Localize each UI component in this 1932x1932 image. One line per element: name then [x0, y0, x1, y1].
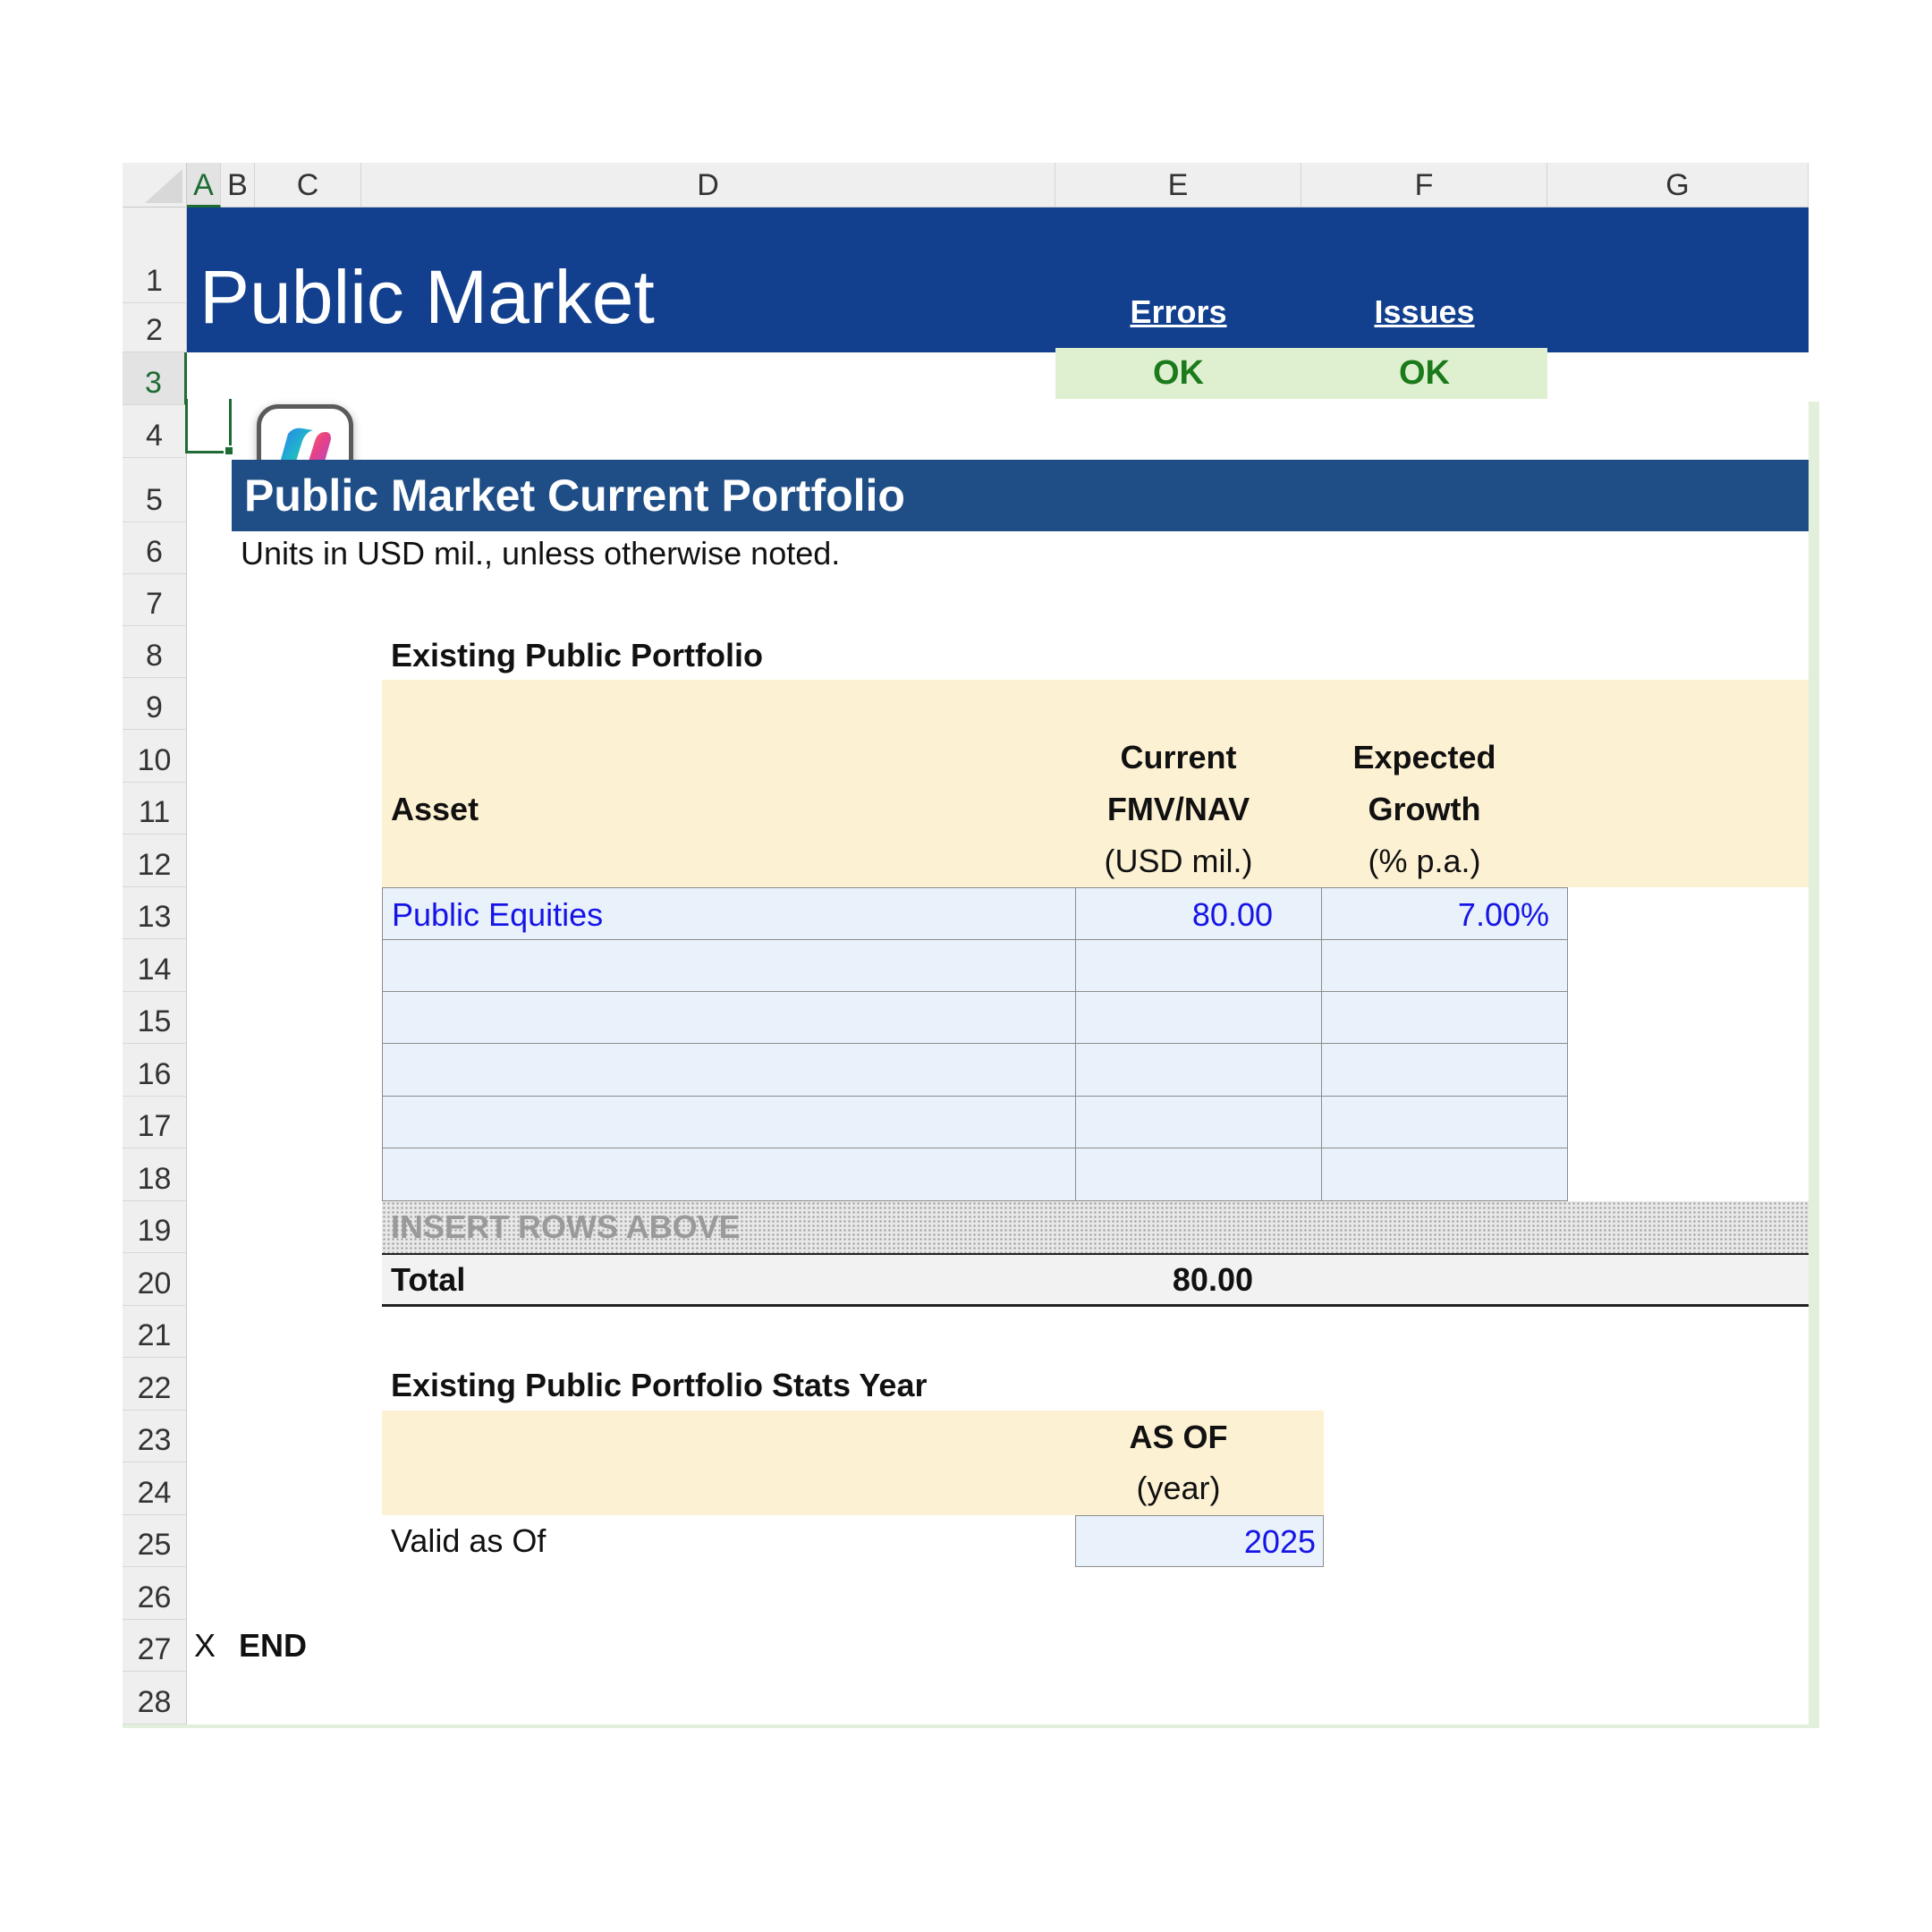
errors-status: OK — [1055, 348, 1301, 399]
column-header-a[interactable]: A — [187, 163, 221, 208]
valid-as-of-year-input[interactable]: 2025 — [1075, 1515, 1324, 1567]
column-header-g[interactable]: G — [1547, 163, 1809, 208]
row-header-12[interactable]: 12 — [123, 835, 187, 887]
row-header-14[interactable]: 14 — [123, 939, 187, 992]
page-title: Public Market — [199, 255, 655, 339]
fmv-cell[interactable] — [1075, 1043, 1322, 1097]
row-header-21[interactable]: 21 — [123, 1306, 187, 1358]
col-growth-header-2: Growth — [1368, 791, 1481, 827]
stats-col-header-2: (year) — [1136, 1470, 1221, 1506]
asset-cell[interactable] — [382, 1043, 1076, 1097]
spreadsheet-grid: A B C D E F G 1 2 3 4 5 6 7 8 9 10 11 12… — [123, 163, 1823, 1780]
row-header-27[interactable]: 27 — [123, 1620, 187, 1672]
units-note: Units in USD mil., unless otherwise note… — [241, 535, 841, 572]
fmv-cell[interactable] — [1075, 991, 1322, 1044]
row-header-6[interactable]: 6 — [123, 522, 187, 574]
fmv-cell[interactable] — [1075, 1148, 1322, 1201]
col-asset-header: Asset — [391, 791, 479, 827]
page-subtitle: Alternatives Pacing Model — [196, 354, 597, 391]
row-header-20[interactable]: 20 — [123, 1253, 187, 1306]
row-header-3[interactable]: 3 — [123, 352, 187, 405]
growth-cell[interactable] — [1321, 991, 1568, 1044]
row-header-25[interactable]: 25 — [123, 1515, 187, 1567]
row-header-16[interactable]: 16 — [123, 1044, 187, 1097]
fmv-cell[interactable]: 80.00 — [1075, 887, 1322, 940]
insert-rows-label: INSERT ROWS ABOVE — [391, 1208, 741, 1245]
row-header-22[interactable]: 22 — [123, 1358, 187, 1411]
growth-cell[interactable] — [1321, 1043, 1568, 1097]
asset-cell[interactable] — [382, 991, 1076, 1044]
fmv-cell[interactable] — [1075, 1096, 1322, 1148]
errors-link[interactable]: Errors — [1055, 290, 1301, 335]
row-header-8[interactable]: 8 — [123, 626, 187, 678]
col-fmv-header-1: Current — [1120, 739, 1237, 775]
row-header-19[interactable]: 19 — [123, 1201, 187, 1253]
row-header-1[interactable]: 1 — [123, 208, 187, 303]
row-header-10[interactable]: 10 — [123, 730, 187, 783]
bottom-edge — [123, 1724, 1819, 1728]
row-header-5[interactable]: 5 — [123, 458, 187, 522]
valid-as-of-label: Valid as Of — [391, 1522, 547, 1559]
row-header-17[interactable]: 17 — [123, 1097, 187, 1148]
column-header-e[interactable]: E — [1055, 163, 1301, 208]
end-marker: X — [194, 1627, 216, 1664]
fill-handle[interactable] — [224, 445, 234, 456]
growth-cell[interactable] — [1321, 1096, 1568, 1148]
column-header-f[interactable]: F — [1301, 163, 1547, 208]
asset-cell[interactable] — [382, 939, 1076, 992]
row-header-13[interactable]: 13 — [123, 887, 187, 939]
stats-col-header-1: AS OF — [1129, 1419, 1228, 1455]
col-growth-header-3: (% p.a.) — [1368, 843, 1481, 879]
row-header-11[interactable]: 11 — [123, 783, 187, 835]
portfolio-heading: Existing Public Portfolio — [391, 637, 764, 674]
row-header-28[interactable]: 28 — [123, 1672, 187, 1724]
end-label: END — [239, 1627, 308, 1664]
growth-cell[interactable] — [1321, 1148, 1568, 1201]
row-header-2[interactable]: 2 — [123, 303, 187, 352]
fmv-cell[interactable] — [1075, 939, 1322, 992]
col-fmv-header-3: (USD mil.) — [1104, 843, 1253, 879]
growth-cell[interactable]: 7.00% — [1321, 887, 1568, 940]
row-header-24[interactable]: 24 — [123, 1462, 187, 1515]
col-fmv-header-2: FMV/NAV — [1106, 791, 1250, 827]
column-header-c[interactable]: C — [255, 163, 361, 208]
row-header-9[interactable]: 9 — [123, 678, 187, 730]
growth-cell[interactable] — [1321, 939, 1568, 992]
row-header-15[interactable]: 15 — [123, 992, 187, 1044]
row-header-23[interactable]: 23 — [123, 1411, 187, 1462]
asset-cell[interactable] — [382, 1148, 1076, 1201]
row-header-18[interactable]: 18 — [123, 1148, 187, 1201]
column-header-d[interactable]: D — [361, 163, 1055, 208]
select-all-corner[interactable] — [123, 163, 187, 208]
section-title: Public Market Current Portfolio — [232, 460, 1809, 531]
stats-heading: Existing Public Portfolio Stats Year — [391, 1367, 928, 1403]
total-label: Total — [391, 1261, 466, 1298]
asset-cell[interactable]: Public Equities — [382, 887, 1076, 940]
frozen-edge-stripe — [1809, 402, 1819, 1724]
total-value: 80.00 — [1172, 1261, 1253, 1298]
issues-status: OK — [1301, 348, 1547, 399]
col-growth-header-1: Expected — [1352, 739, 1496, 775]
column-header-b[interactable]: B — [221, 163, 255, 208]
issues-link[interactable]: Issues — [1301, 290, 1547, 335]
asset-cell[interactable] — [382, 1096, 1076, 1148]
row-header-26[interactable]: 26 — [123, 1567, 187, 1620]
row-header-7[interactable]: 7 — [123, 574, 187, 626]
row-header-4[interactable]: 4 — [123, 405, 187, 458]
